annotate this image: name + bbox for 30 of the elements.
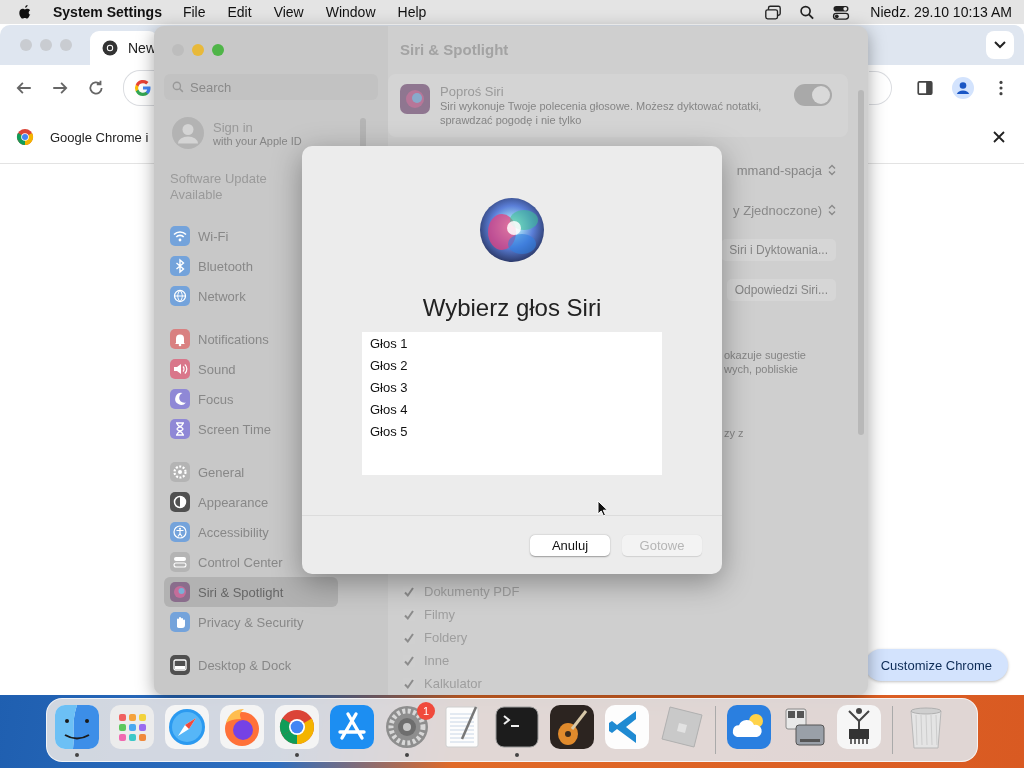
setting-title: Poproś Siri (440, 84, 505, 99)
menu-item[interactable]: Help (397, 4, 427, 20)
search-field[interactable]: Search (164, 74, 378, 100)
menu-item[interactable]: File (182, 4, 206, 20)
notification-badge: 1 (417, 702, 435, 720)
clock[interactable]: Niedz. 29.10 10:13 AM (870, 4, 1012, 20)
account-subtitle: with your Apple ID (213, 134, 302, 147)
settings-button[interactable]: Siri i Dyktowania... (721, 239, 836, 261)
voice-option[interactable]: Głos 5 (362, 421, 662, 443)
dialog-title: Wybierz głos Siri (422, 294, 602, 322)
voice-option[interactable]: Głos 4 (362, 399, 662, 421)
voice-option[interactable]: Głos 3 (362, 377, 662, 399)
infobar-message: Google Chrome i (50, 129, 149, 145)
sidebar-item[interactable]: Desktop & Dock (164, 650, 338, 680)
description-text: okazuje sugestie (724, 348, 807, 362)
setting-description: Siri wykonuje Twoje polecenia głosowe. Możesz dyktować notatki, sprawdzać pogodę i nie tylko (440, 99, 763, 127)
settings-button[interactable]: Odpowiedzi Siri... (726, 279, 836, 301)
menu-item[interactable]: Window (325, 4, 376, 20)
popup-button[interactable]: mmand-spacja (736, 162, 836, 178)
dialog-button[interactable]: Anuluj (530, 534, 610, 556)
sidebar-item[interactable]: Privacy & Security (164, 607, 338, 637)
description-text: zy z (724, 426, 745, 440)
description-text: wych, pobliskie (724, 362, 799, 376)
app-menu[interactable]: System Settings (53, 4, 162, 20)
voice-option[interactable]: Głos 1 (362, 333, 662, 355)
popup-button[interactable]: y Zjednoczone) (733, 202, 836, 218)
menu-item[interactable]: Edit (227, 4, 252, 20)
menu-item[interactable]: View (273, 4, 304, 20)
voice-option[interactable]: Głos 2 (362, 355, 662, 377)
sidebar-item[interactable]: Siri & Spotlight (164, 577, 338, 607)
